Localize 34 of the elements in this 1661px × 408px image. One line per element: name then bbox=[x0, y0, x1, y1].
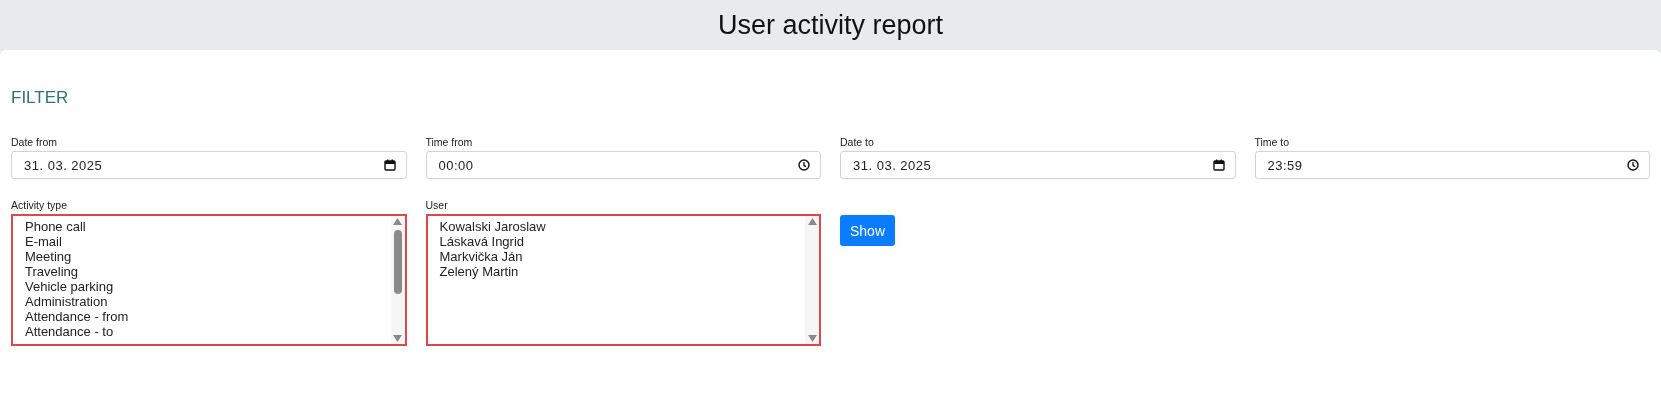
list-option[interactable]: Meeting bbox=[23, 249, 74, 264]
calendar-icon[interactable] bbox=[1212, 159, 1225, 171]
field-label: Date from bbox=[11, 136, 58, 148]
date-field[interactable]: 31. 03. 2025 bbox=[11, 151, 407, 179]
scroll-up-icon[interactable] bbox=[393, 218, 402, 225]
time-field[interactable]: 00:00 bbox=[425, 151, 821, 179]
clock-icon[interactable] bbox=[1627, 159, 1639, 171]
list-option[interactable]: Attendance - from bbox=[23, 309, 131, 324]
field-label: Activity type bbox=[11, 199, 68, 211]
list-option[interactable]: Attendance - to bbox=[23, 324, 116, 339]
list-option[interactable]: Phone call bbox=[23, 219, 88, 234]
field-label: Time from bbox=[425, 136, 473, 148]
calendar-icon[interactable] bbox=[383, 159, 396, 171]
list-option[interactable]: Administration bbox=[23, 294, 110, 309]
list-option[interactable]: Traveling bbox=[23, 264, 80, 279]
scroll-down-icon[interactable] bbox=[807, 335, 817, 342]
list-option[interactable]: Láskavá Ingrid bbox=[437, 234, 527, 249]
list-option[interactable]: Markvička Ján bbox=[437, 249, 525, 264]
scroll-down-icon[interactable] bbox=[393, 335, 402, 342]
scroll-up-icon[interactable] bbox=[807, 218, 817, 225]
list-option[interactable]: Kowalski Jaroslaw bbox=[437, 219, 548, 234]
list-option[interactable]: E-mail bbox=[23, 234, 64, 249]
date-field[interactable]: 31. 03. 2025 bbox=[840, 151, 1236, 179]
clock-icon[interactable] bbox=[798, 159, 810, 171]
time-field[interactable]: 23:59 bbox=[1254, 151, 1650, 179]
field-label: User bbox=[425, 199, 448, 211]
list-option[interactable]: Zelený Martin bbox=[437, 264, 521, 279]
field-label: Date to bbox=[840, 136, 874, 148]
field-label: Time to bbox=[1254, 136, 1290, 148]
list-option[interactable]: Vehicle parking bbox=[23, 279, 116, 294]
page-title: User activity report bbox=[717, 9, 944, 41]
show-button[interactable]: Show bbox=[840, 215, 896, 246]
scrollbar-thumb[interactable] bbox=[393, 230, 402, 294]
filter-heading: FILTER bbox=[11, 88, 69, 108]
